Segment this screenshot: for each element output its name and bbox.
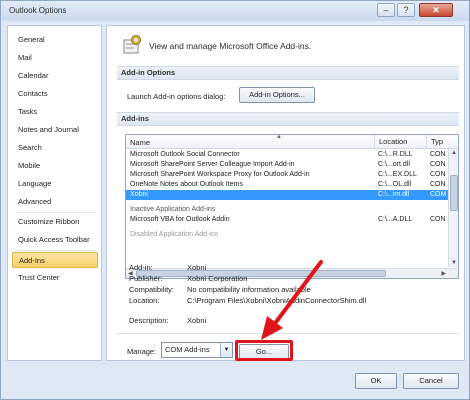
vertical-scrollbar[interactable]: ▲ ▼ (448, 149, 458, 267)
nav-item-add-ins[interactable]: Add-Ins (12, 252, 98, 268)
launch-label: Launch Add-in options dialog: (127, 92, 226, 101)
addin-type: CON (430, 161, 446, 168)
addin-location: C:\...im.dll (378, 191, 410, 198)
nav-item-general[interactable]: General (12, 32, 98, 48)
detail-key: Location: (129, 296, 160, 305)
add-ins-gear-icon (123, 35, 141, 54)
sort-arrow-icon: ▲ (276, 134, 282, 140)
detail-value: Xobni (187, 316, 207, 325)
detail-key: Publisher: (129, 274, 163, 283)
list-item[interactable]: Microsoft VBA for Outlook Addin C:\...A.… (126, 215, 448, 225)
list-item[interactable]: Microsoft SharePoint Server Colleague Im… (126, 160, 448, 170)
window-title: Outlook Options (9, 6, 67, 15)
addin-type: CON (430, 171, 446, 178)
column-header-type[interactable]: Typ (426, 135, 443, 149)
addin-name: Microsoft VBA for Outlook Addin (130, 216, 230, 223)
nav-item-tasks[interactable]: Tasks (12, 104, 98, 120)
addin-location: C:\...ort.dll (378, 161, 410, 168)
list-item-selected[interactable]: Xobni C:\...im.dll COM (126, 190, 448, 200)
options-navigation: General Mail Calendar Contacts Tasks Not… (7, 25, 102, 361)
addin-type: CON (430, 151, 446, 158)
annotation-arrow-icon (261, 260, 323, 340)
list-item[interactable]: OneNote Notes about Outlook Items C:\...… (126, 180, 448, 190)
scroll-right-icon[interactable]: ▶ (441, 270, 446, 277)
section-add-in-options: Add-in Options (117, 66, 459, 80)
detail-key: Compatibility: (129, 285, 175, 294)
section-add-ins: Add-ins (117, 112, 459, 126)
ok-button[interactable]: OK (355, 373, 397, 389)
addin-name: OneNote Notes about Outlook Items (130, 181, 243, 188)
group-label: Inactive Application Add-ins (130, 206, 216, 213)
nav-item-customize-ribbon[interactable]: Customize Ribbon (12, 214, 98, 230)
detail-key: Description: (129, 316, 169, 325)
chevron-down-icon[interactable]: ▼ (220, 343, 232, 357)
scroll-up-icon[interactable]: ▲ (451, 150, 457, 156)
group-header-disabled: Disabled Application Add-ins (126, 230, 448, 240)
add-ins-panel: View and manage Microsoft Office Add-ins… (106, 25, 465, 361)
column-header-name[interactable]: Name (130, 138, 150, 147)
nav-item-trust-center[interactable]: Trust Center (12, 270, 98, 286)
nav-item-quick-access-toolbar[interactable]: Quick Access Toolbar (12, 232, 98, 248)
detail-key: Add-in: (129, 263, 153, 272)
nav-item-mail[interactable]: Mail (12, 50, 98, 66)
cancel-button[interactable]: Cancel (403, 373, 459, 389)
go-button-highlight (235, 340, 293, 361)
add-in-options-button[interactable]: Add-in Options... (239, 87, 315, 103)
help-button[interactable]: ? (397, 3, 415, 17)
addin-name: Xobni (130, 191, 148, 198)
nav-divider (16, 212, 96, 213)
close-button[interactable]: ✕ (419, 3, 453, 17)
addin-location: C:\...R.DLL (378, 151, 413, 158)
list-header: Name ▲ Location Typ (126, 135, 458, 149)
nav-item-mobile[interactable]: Mobile (12, 158, 98, 174)
nav-item-advanced[interactable]: Advanced (12, 194, 98, 210)
addin-location: C:\...EX.DLL (378, 171, 417, 178)
group-header-inactive: Inactive Application Add-ins (126, 205, 448, 215)
detail-value: Xobni Corporation (187, 274, 248, 283)
addin-type: CON (430, 216, 446, 223)
scroll-down-icon[interactable]: ▼ (451, 260, 457, 266)
title-bar: Outlook Options – ? ✕ (1, 1, 469, 21)
column-header-location[interactable]: Location (374, 135, 407, 149)
nav-item-notes-and-journal[interactable]: Notes and Journal (12, 122, 98, 138)
addin-name: Microsoft Outlook Social Connector (130, 151, 240, 158)
addin-type: COM (430, 191, 447, 198)
nav-item-contacts[interactable]: Contacts (12, 86, 98, 102)
manage-select[interactable]: COM Add-ins ▼ (161, 342, 233, 358)
nav-item-language[interactable]: Language (12, 176, 98, 192)
list-item[interactable]: Microsoft SharePoint Workspace Proxy for… (126, 170, 448, 180)
vertical-scroll-thumb[interactable] (450, 175, 458, 211)
manage-label: Manage: (127, 347, 157, 356)
panel-description: View and manage Microsoft Office Add-ins… (149, 41, 312, 51)
nav-divider (16, 250, 96, 251)
nav-item-search[interactable]: Search (12, 140, 98, 156)
outlook-options-dialog: Outlook Options – ? ✕ General Mail Calen… (0, 0, 470, 400)
group-label: Disabled Application Add-ins (130, 231, 219, 238)
manage-select-value: COM Add-ins (165, 345, 210, 354)
detail-value: Xobni (187, 263, 207, 272)
minimize-button[interactable]: – (377, 3, 395, 17)
addin-name: Microsoft SharePoint Server Colleague Im… (130, 161, 295, 168)
addin-location: C:\...OL.dll (378, 181, 412, 188)
list-item[interactable]: Microsoft Outlook Social Connector C:\..… (126, 150, 448, 160)
addin-type: CON (430, 181, 446, 188)
nav-item-calendar[interactable]: Calendar (12, 68, 98, 84)
addin-location: C:\...A.DLL (378, 216, 413, 223)
addin-name: Microsoft SharePoint Workspace Proxy for… (130, 171, 310, 178)
